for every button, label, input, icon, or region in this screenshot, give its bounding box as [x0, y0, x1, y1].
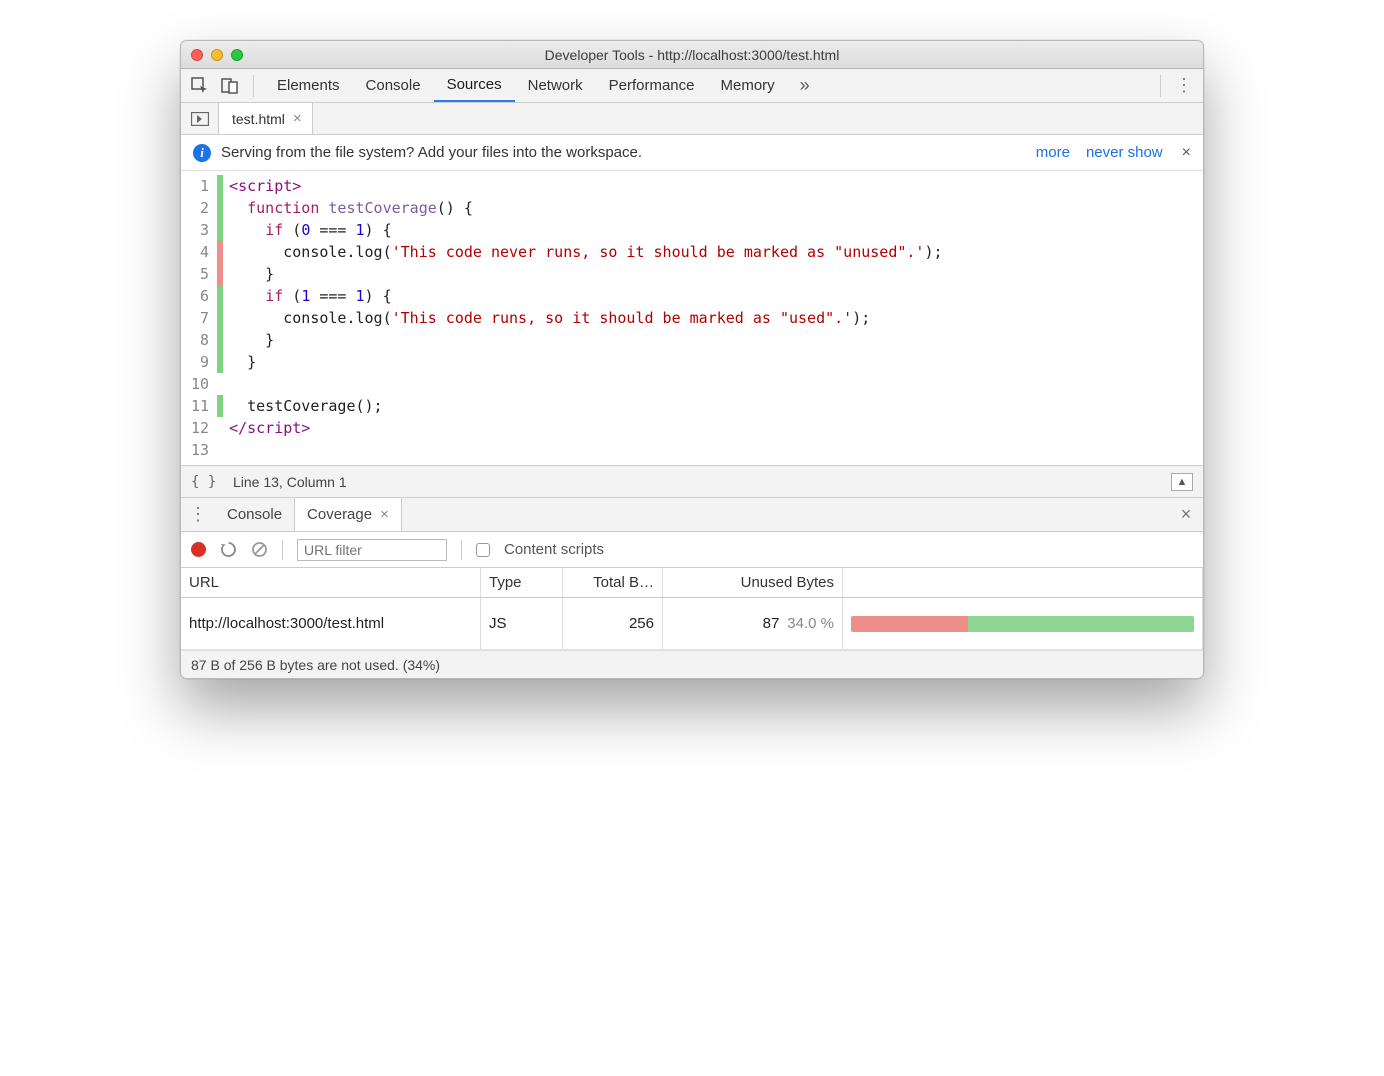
- info-text: Serving from the file system? Add your f…: [221, 144, 642, 161]
- drawer-menu-icon[interactable]: ⋮: [181, 498, 215, 531]
- panel-tab-sources[interactable]: Sources: [434, 69, 515, 102]
- record-button[interactable]: [191, 542, 206, 557]
- window-controls: [191, 49, 243, 61]
- title-bar: Developer Tools - http://localhost:3000/…: [181, 41, 1203, 69]
- inspect-element-icon[interactable]: [187, 73, 213, 99]
- coverage-row[interactable]: http://localhost:3000/test.htmlJS25687 3…: [181, 598, 1203, 650]
- coverage-status-bar: 87 B of 256 B bytes are not used. (34%): [181, 650, 1203, 678]
- cell-unused: 87 34.0 %: [663, 598, 843, 649]
- panel-tab-network[interactable]: Network: [515, 69, 596, 102]
- workspace-info-bar: i Serving from the file system? Add your…: [181, 135, 1203, 171]
- toolbar-separator: [282, 540, 283, 560]
- devtools-window: Developer Tools - http://localhost:3000/…: [180, 40, 1204, 679]
- close-window-button[interactable]: [191, 49, 203, 61]
- main-toolbar: ElementsConsoleSourcesNetworkPerformance…: [181, 69, 1203, 103]
- collapse-icon[interactable]: ▲: [1171, 473, 1193, 491]
- panel-tabs: ElementsConsoleSourcesNetworkPerformance…: [264, 69, 788, 102]
- info-more-link[interactable]: more: [1033, 144, 1073, 161]
- cursor-position: Line 13, Column 1: [233, 474, 347, 490]
- close-drawer-icon[interactable]: ×: [1169, 498, 1203, 531]
- panel-tab-memory[interactable]: Memory: [708, 69, 788, 102]
- info-close-icon[interactable]: ×: [1176, 144, 1191, 162]
- col-header-total[interactable]: Total B…: [563, 568, 663, 597]
- reload-icon[interactable]: [220, 541, 237, 558]
- close-tab-icon[interactable]: ×: [293, 110, 302, 127]
- coverage-toolbar: Content scripts: [181, 532, 1203, 568]
- info-never-show-link[interactable]: never show: [1083, 144, 1166, 161]
- file-tab-bar: test.html ×: [181, 103, 1203, 135]
- coverage-status-text: 87 B of 256 B bytes are not used. (34%): [191, 657, 440, 673]
- minimize-window-button[interactable]: [211, 49, 223, 61]
- navigator-toggle-icon[interactable]: [181, 103, 219, 134]
- toolbar-separator: [461, 540, 462, 560]
- drawer-tab-bar: ⋮ Console Coverage × ×: [181, 498, 1203, 532]
- code-content[interactable]: <script> function testCoverage() { if (0…: [223, 171, 1203, 465]
- url-filter-input[interactable]: [297, 539, 447, 561]
- toolbar-separator: [253, 75, 254, 97]
- content-scripts-checkbox[interactable]: [476, 543, 490, 557]
- panel-tab-console[interactable]: Console: [353, 69, 434, 102]
- info-icon: i: [193, 144, 211, 162]
- coverage-table-header: URL Type Total B… Unused Bytes: [181, 568, 1203, 598]
- file-tab-test-html[interactable]: test.html ×: [219, 103, 313, 134]
- zoom-window-button[interactable]: [231, 49, 243, 61]
- device-toolbar-icon[interactable]: [217, 73, 243, 99]
- panel-tab-elements[interactable]: Elements: [264, 69, 353, 102]
- coverage-table-body: http://localhost:3000/test.htmlJS25687 3…: [181, 598, 1203, 650]
- col-header-unused[interactable]: Unused Bytes: [663, 568, 843, 597]
- col-header-type[interactable]: Type: [481, 568, 563, 597]
- source-editor[interactable]: 12345678910111213 <script> function test…: [181, 171, 1203, 466]
- more-panels-button[interactable]: »: [792, 75, 818, 96]
- drawer-tab-label: Console: [227, 506, 282, 523]
- drawer-tab-label: Coverage: [307, 506, 372, 523]
- panel-tab-performance[interactable]: Performance: [596, 69, 708, 102]
- drawer-tab-console[interactable]: Console: [215, 498, 294, 531]
- clear-icon[interactable]: [251, 541, 268, 558]
- editor-status-bar: { } Line 13, Column 1 ▲: [181, 466, 1203, 498]
- close-tab-icon[interactable]: ×: [380, 506, 389, 523]
- col-header-url[interactable]: URL: [181, 568, 481, 597]
- pretty-print-icon[interactable]: { }: [191, 474, 219, 490]
- file-tab-label: test.html: [232, 111, 285, 127]
- cell-total: 256: [563, 598, 663, 649]
- settings-menu-icon[interactable]: ⋮: [1171, 75, 1197, 96]
- drawer-tab-coverage[interactable]: Coverage ×: [294, 498, 402, 531]
- cell-type: JS: [481, 598, 563, 649]
- toolbar-separator: [1160, 75, 1161, 97]
- content-scripts-label: Content scripts: [504, 541, 604, 558]
- cell-usage-bar: [843, 598, 1203, 649]
- col-header-bar: [843, 568, 1203, 597]
- cell-url: http://localhost:3000/test.html: [181, 598, 481, 649]
- line-number-gutter: 12345678910111213: [181, 171, 217, 465]
- window-title: Developer Tools - http://localhost:3000/…: [181, 47, 1203, 63]
